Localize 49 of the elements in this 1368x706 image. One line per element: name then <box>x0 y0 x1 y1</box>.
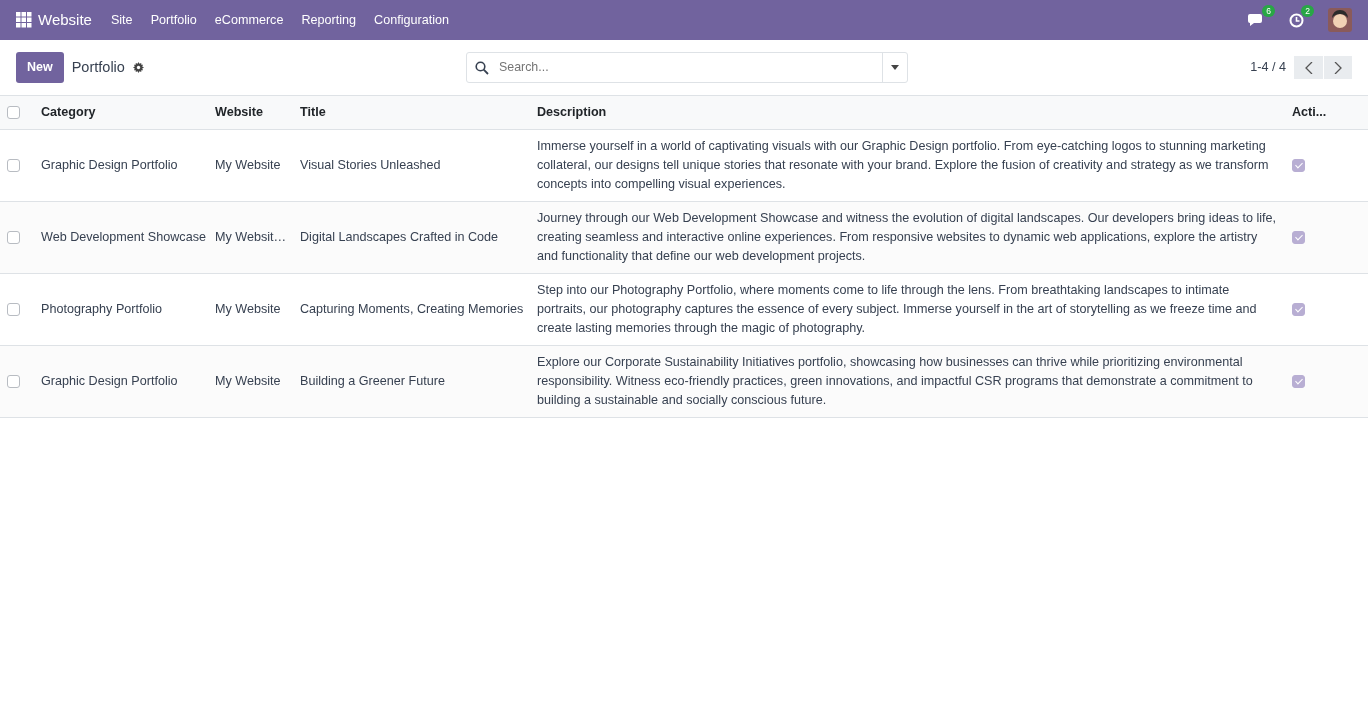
search-field[interactable]: Search... <box>466 52 908 83</box>
chevron-right-icon <box>1334 61 1342 74</box>
next-button[interactable] <box>1323 56 1352 79</box>
description-cell-text: Journey through our Web Development Showcase and witness the evolution of digital landscapes. Our developers bring ideas to life, creating seamless and interactive online experiences. From responsive websites to dynamic web applications, explore the artistry and functionality that define our web development projects. <box>537 210 1278 265</box>
new-button[interactable]: New <box>16 52 64 83</box>
category-cell: Web Development Showcase <box>41 230 206 244</box>
chevron-left-icon <box>1304 61 1313 74</box>
avatar-icon[interactable] <box>1328 8 1352 32</box>
menu-item[interactable]: Reporting <box>292 10 366 30</box>
website-cell: My Websit… <box>215 230 287 244</box>
chat-icon[interactable] <box>1248 12 1265 28</box>
website-cell: My Website <box>215 302 281 316</box>
previous-button[interactable] <box>1294 56 1323 79</box>
clock-icon[interactable] <box>1289 12 1304 28</box>
title-cell: Building a Greener Future <box>300 374 445 388</box>
title-cell: Capturing Moments, Creating Memories <box>300 302 524 316</box>
title-cell: Visual Stories Unleashed <box>300 158 441 172</box>
select-all-checkbox[interactable] <box>7 106 20 120</box>
column-header[interactable]: Website <box>208 95 293 130</box>
activity-count: 2 <box>1301 4 1314 17</box>
menu-item[interactable]: Portfolio <box>141 10 206 30</box>
message-count: 6 <box>1262 4 1275 17</box>
row-checkbox[interactable] <box>7 159 20 173</box>
caret-icon[interactable] <box>891 65 899 70</box>
menu-item[interactable]: eCommerce <box>205 10 293 30</box>
app-name[interactable]: Website <box>32 8 102 32</box>
column-header[interactable]: Acti... <box>1285 95 1368 130</box>
description-cell-text: Step into our Photography Portfolio, where moments come to life through the lens. From breathtaking landscapes to intimate portraits, our photography captures the essence of every subject. Immerse yourself in the art of storytelling as we freeze time and create lasting memories through the magic of photography. <box>537 282 1258 337</box>
menu-item[interactable]: Site <box>101 10 142 30</box>
search-icon <box>475 60 489 75</box>
description-cell-text: Explore our Corporate Sustainability Initiatives portfolio, showcasing how businesses can thrive while prioritizing environmental responsibility. Witness eco-friendly practices, green innovations, and impactful CSR programs that demonstrate a commitment to building a sustainable and socially conscious future. <box>537 354 1254 409</box>
website-cell: My Website <box>215 374 281 388</box>
row-checkbox[interactable] <box>7 231 20 245</box>
row-checkbox[interactable] <box>7 303 20 317</box>
column-header[interactable]: Title <box>293 95 530 130</box>
category-cell: Photography Portfolio <box>41 302 163 316</box>
category-cell: Graphic Design Portfolio <box>41 158 178 172</box>
column-header[interactable]: Category <box>34 95 208 130</box>
menu-item[interactable]: Configuration <box>365 10 458 30</box>
title-cell: Digital Landscapes Crafted in Code <box>300 230 499 244</box>
category-cell: Graphic Design Portfolio <box>41 374 178 388</box>
breadcrumb-title: Portfolio <box>71 57 125 77</box>
website-cell: My Website <box>215 158 281 172</box>
pager-text: 1-4 / 4 <box>1250 59 1286 77</box>
apps-menu-icon[interactable] <box>16 12 32 28</box>
column-header[interactable]: Description <box>530 95 1285 130</box>
gear-icon[interactable] <box>132 62 144 73</box>
row-checkbox[interactable] <box>7 375 20 389</box>
description-cell-text: Immerse yourself in a world of captivating visuals with our Graphic Design portfolio. From eye-catching logos to stunning marketing collateral, our designs tell unique stories that resonate with your brand. Explore the fusion of creativity and strategy as we transform concepts into compelling visual experiences. <box>537 138 1270 193</box>
